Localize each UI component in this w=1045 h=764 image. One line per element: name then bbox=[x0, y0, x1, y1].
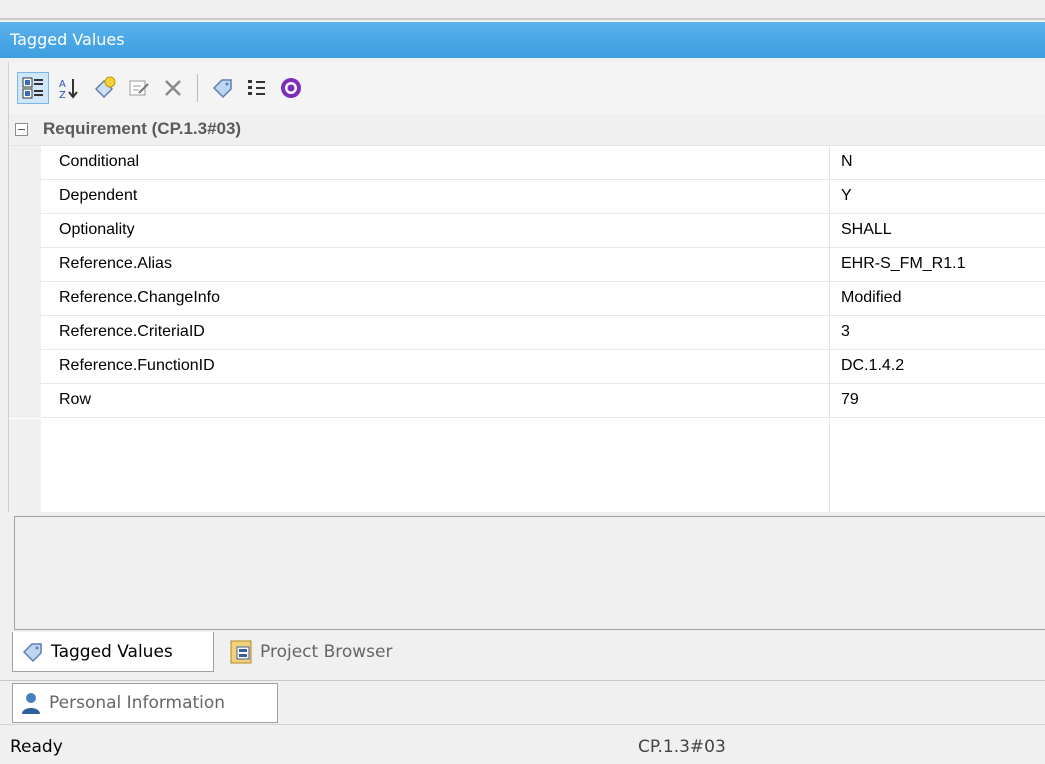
column-divider bbox=[829, 350, 830, 384]
tag-icon[interactable] bbox=[207, 72, 239, 104]
property-name: Reference.Alias bbox=[59, 255, 172, 272]
categorized-view-icon[interactable] bbox=[17, 72, 49, 104]
panel-title-bar: Tagged Values bbox=[0, 22, 1045, 58]
row-gutter bbox=[9, 180, 41, 214]
row-gutter bbox=[9, 214, 41, 248]
property-name: Optionality bbox=[59, 221, 135, 238]
panel-title: Tagged Values bbox=[10, 30, 125, 49]
svg-text:Z: Z bbox=[59, 90, 66, 100]
property-value[interactable]: 79 bbox=[841, 391, 859, 409]
column-divider bbox=[829, 214, 830, 248]
group-header[interactable]: Requirement (CP.1.3#03) bbox=[9, 114, 1045, 146]
column-divider bbox=[829, 384, 830, 418]
property-row-conditional[interactable]: Conditional N bbox=[9, 146, 1045, 180]
status-text: Ready bbox=[10, 737, 63, 757]
tab-tagged-values[interactable]: Tagged Values bbox=[12, 632, 214, 672]
row-gutter bbox=[9, 419, 41, 512]
project-browser-icon bbox=[230, 640, 252, 664]
new-tag-icon[interactable] bbox=[89, 72, 121, 104]
show-duplicates-icon[interactable] bbox=[241, 72, 273, 104]
toolbar-separator bbox=[197, 74, 198, 102]
svg-text:A: A bbox=[59, 79, 66, 90]
sort-alphabetical-icon[interactable]: A Z bbox=[53, 72, 85, 104]
collapse-icon[interactable] bbox=[15, 123, 28, 136]
property-name: Conditional bbox=[59, 153, 140, 170]
status-element-id: CP.1.3#03 bbox=[638, 737, 726, 757]
edit-note-icon[interactable] bbox=[123, 72, 155, 104]
delete-icon[interactable] bbox=[157, 72, 189, 104]
property-name: Reference.ChangeInfo bbox=[59, 289, 220, 306]
property-value[interactable]: Y bbox=[841, 187, 852, 205]
column-divider bbox=[829, 282, 830, 316]
help-icon[interactable] bbox=[275, 72, 307, 104]
top-strip bbox=[0, 0, 1045, 20]
tab-project-browser[interactable]: Project Browser bbox=[222, 632, 442, 672]
property-rows: Conditional N Dependent Y Optionality SH… bbox=[9, 146, 1045, 418]
column-divider bbox=[829, 316, 830, 350]
property-row-row[interactable]: Row 79 bbox=[9, 384, 1045, 418]
property-value[interactable]: 3 bbox=[841, 323, 850, 341]
property-row-optionality[interactable]: Optionality SHALL bbox=[9, 214, 1045, 248]
property-row-reference-criteriaid[interactable]: Reference.CriteriaID 3 bbox=[9, 316, 1045, 350]
column-divider bbox=[829, 180, 830, 214]
status-bar: Ready CP.1.3#03 bbox=[0, 724, 1045, 764]
property-value[interactable]: DC.1.4.2 bbox=[841, 357, 904, 375]
tab-label: Tagged Values bbox=[51, 641, 173, 662]
property-name: Dependent bbox=[59, 187, 138, 204]
property-row-reference-alias[interactable]: Reference.Alias EHR-S_FM_R1.1 bbox=[9, 248, 1045, 282]
person-icon bbox=[22, 693, 40, 714]
property-row-reference-functionid[interactable]: Reference.FunctionID DC.1.4.2 bbox=[9, 350, 1045, 384]
row-gutter bbox=[9, 350, 41, 384]
row-gutter bbox=[9, 384, 41, 418]
row-gutter bbox=[9, 146, 41, 180]
row-gutter bbox=[9, 282, 41, 316]
toolbar: A Z bbox=[8, 62, 1045, 114]
property-name: Row bbox=[59, 391, 92, 408]
property-value[interactable]: Modified bbox=[841, 289, 901, 307]
row-gutter bbox=[9, 248, 41, 282]
property-value[interactable]: EHR-S_FM_R1.1 bbox=[841, 255, 965, 273]
property-row-dependent[interactable]: Dependent Y bbox=[9, 180, 1045, 214]
tag-icon bbox=[22, 642, 42, 662]
row-gutter bbox=[9, 316, 41, 350]
tab-label: Personal Information bbox=[49, 693, 226, 713]
property-grid: Requirement (CP.1.3#03) Conditional N De… bbox=[8, 114, 1045, 512]
property-value[interactable]: N bbox=[841, 153, 853, 171]
tab-strip: Tagged Values Project Browser bbox=[0, 632, 1045, 680]
property-row-reference-changeinfo[interactable]: Reference.ChangeInfo Modified bbox=[9, 282, 1045, 316]
description-pane bbox=[14, 516, 1045, 630]
property-value[interactable]: SHALL bbox=[841, 221, 892, 239]
property-name: Reference.CriteriaID bbox=[59, 323, 205, 340]
property-name: Reference.FunctionID bbox=[59, 357, 215, 374]
column-divider bbox=[829, 248, 830, 282]
tab-personal-information[interactable]: Personal Information bbox=[12, 683, 278, 723]
group-label: Requirement (CP.1.3#03) bbox=[43, 119, 242, 138]
tab-strip-secondary: Personal Information bbox=[0, 680, 1045, 724]
column-divider bbox=[829, 146, 830, 180]
tab-label: Project Browser bbox=[260, 642, 393, 662]
column-divider bbox=[829, 419, 830, 512]
